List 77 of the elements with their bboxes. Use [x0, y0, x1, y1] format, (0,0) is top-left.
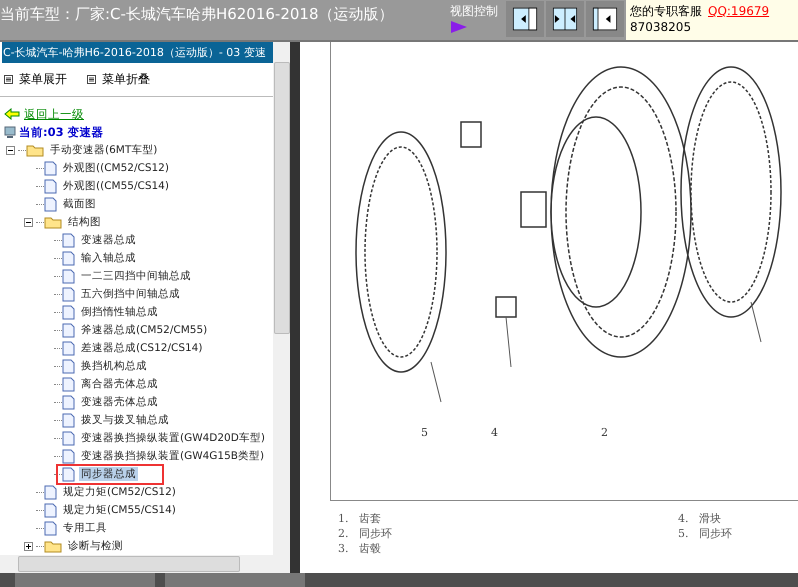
play-icon: [450, 20, 468, 34]
current-section: 当前:03 变速器: [19, 124, 104, 140]
tree-item[interactable]: 外观图((CM55/CS14): [61, 179, 171, 193]
page-icon: [44, 196, 57, 212]
tree-item[interactable]: 换挡机构总成: [79, 359, 149, 373]
tree-item[interactable]: 离合器壳体总成: [79, 377, 160, 391]
collapse-icon[interactable]: [24, 218, 33, 226]
callout-number: 5: [421, 426, 429, 439]
page-icon: [62, 394, 75, 410]
page-icon: [62, 232, 75, 248]
tree-item[interactable]: 结构图: [66, 215, 103, 229]
page-icon: [62, 376, 75, 392]
tree-item[interactable]: 变速器壳体总成: [79, 395, 160, 409]
tree-item[interactable]: 斧速器总成(CM52/CM55): [79, 323, 210, 337]
page-icon: [44, 484, 57, 500]
vertical-scrollbar[interactable]: [273, 42, 290, 555]
list-icon: [87, 75, 96, 84]
legend-item: 2. 同步环: [338, 526, 393, 541]
page-icon: [62, 286, 75, 302]
view-layout-button[interactable]: [546, 1, 584, 37]
callout-number: 2: [601, 426, 609, 439]
page-icon: [62, 304, 75, 320]
tree-item[interactable]: 变速器换挡操纵装置(GW4D20D车型): [79, 431, 267, 445]
tree-item[interactable]: 倒挡惰性轴总成: [79, 305, 160, 319]
sidebar-header: C-长城汽车-哈弗H6-2016-2018（运动版）- 03 变速: [2, 42, 273, 63]
page-icon: [44, 520, 57, 536]
menu-toggle[interactable]: 菜单折叠: [87, 71, 150, 88]
tree-item[interactable]: 变速器总成: [79, 233, 138, 247]
legend-item: 3. 齿毂: [338, 541, 382, 556]
computer-icon: [4, 126, 16, 138]
page-icon: [62, 268, 75, 284]
page-icon: [62, 250, 75, 266]
legend-item: 4. 滑块: [678, 511, 722, 526]
page-icon: [44, 502, 57, 518]
page-icon: [44, 160, 57, 176]
view-layout-button[interactable]: [586, 1, 624, 37]
service-label: 您的专职客服: [630, 4, 702, 18]
folder-icon: [26, 144, 44, 156]
tree-item[interactable]: 输入轴总成: [79, 251, 138, 265]
tree-item[interactable]: 专用工具: [61, 521, 109, 535]
page-icon: [62, 322, 75, 338]
current-model-title: 当前车型：厂家:C-长城汽车哈弗H62016-2018（运动版）: [0, 4, 395, 24]
view-layout-button[interactable]: [506, 1, 544, 37]
tree-item[interactable]: 手动变速器(6MT车型): [48, 143, 160, 157]
page-icon: [62, 448, 75, 464]
menu-toggle[interactable]: 菜单展开: [4, 71, 67, 88]
page-icon: [62, 412, 75, 428]
tree-item[interactable]: 拨叉与拨叉轴总成: [79, 413, 171, 427]
qq-link[interactable]: QQ:19679: [708, 4, 770, 18]
phone-number: 87038205: [630, 19, 692, 35]
view-control-label: 视图控制: [450, 3, 499, 20]
back-arrow-icon: [4, 108, 20, 120]
page-icon: [62, 358, 75, 374]
tree-item[interactable]: 一二三四挡中间轴总成: [79, 269, 193, 283]
tree-item[interactable]: 同步器总成: [79, 467, 138, 481]
list-icon: [4, 75, 13, 84]
tree-item[interactable]: 诊断与检测: [66, 539, 125, 553]
tree-item[interactable]: 五六倒挡中间轴总成: [79, 287, 182, 301]
tree-item[interactable]: 规定力矩(CM52/CS12): [61, 485, 178, 499]
tree-item[interactable]: 外观图((CM52/CS12): [61, 161, 171, 175]
page-icon: [62, 430, 75, 446]
tree-item[interactable]: 差速器总成(CS12/CS14): [79, 341, 204, 355]
expand-icon[interactable]: [24, 542, 33, 550]
tree-item[interactable]: 截面图: [61, 197, 98, 211]
collapse-icon[interactable]: [6, 146, 15, 154]
tree-item[interactable]: 规定力矩(CM55/CS14): [61, 503, 178, 517]
folder-icon: [44, 216, 62, 228]
page-icon: [62, 466, 75, 482]
legend-item: 5. 同步环: [678, 526, 733, 541]
callout-number: 4: [491, 426, 499, 439]
page-icon: [44, 178, 57, 194]
legend-item: 1. 齿套: [338, 511, 382, 526]
tree-item[interactable]: 变速器换挡操纵装置(GW4G15B类型): [79, 449, 266, 463]
page-icon: [62, 340, 75, 356]
folder-icon: [44, 540, 62, 552]
horizontal-scrollbar[interactable]: [0, 555, 290, 573]
back-link[interactable]: 返回上一级: [24, 106, 84, 122]
